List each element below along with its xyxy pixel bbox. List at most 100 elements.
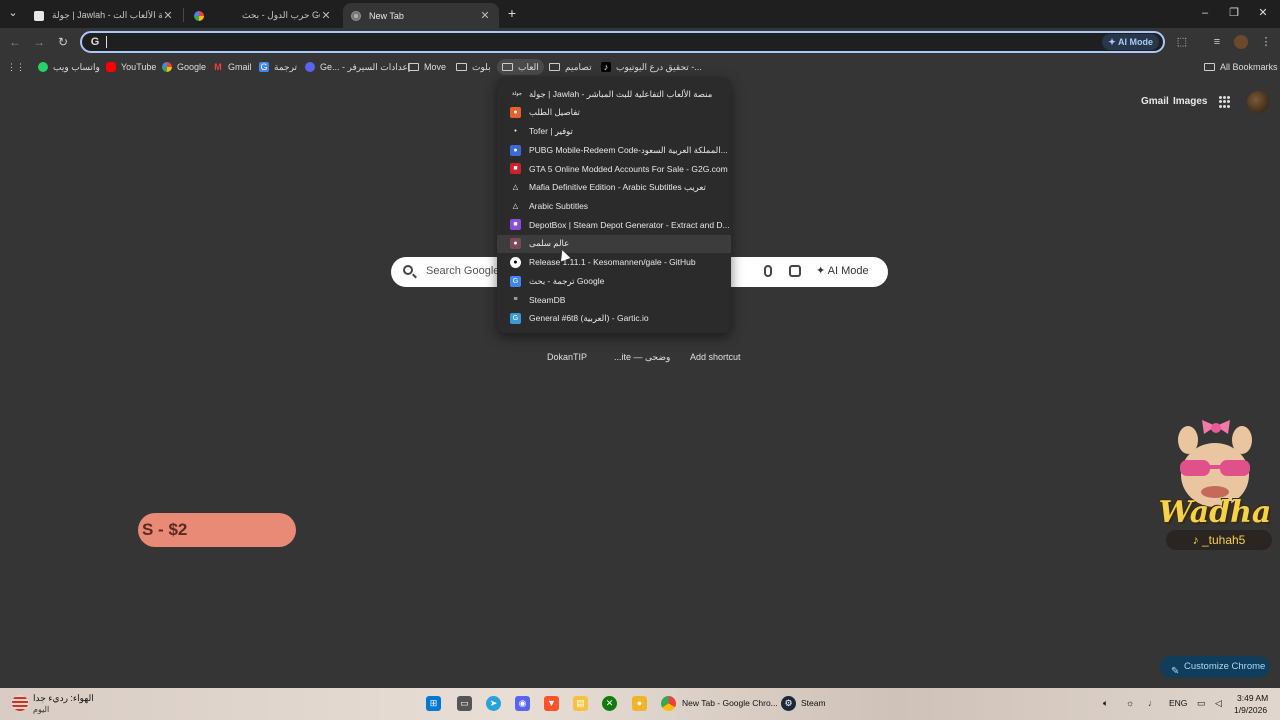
volume-icon[interactable]: 🔈︎ bbox=[1103, 698, 1108, 709]
bookmark-menu-item[interactable]: جولة جولة | Jawlah - منصة الألعاب التفاعل… bbox=[497, 85, 731, 103]
salma-icon: ● bbox=[510, 238, 521, 250]
ntp-ai-mode-button[interactable]: ✦ AI Mode bbox=[816, 264, 869, 277]
bookmark-gmail[interactable]: M Gmail bbox=[213, 59, 251, 75]
bookmark-menu-item[interactable]: G General #6t8 (العربية) - Gartic.io bbox=[497, 309, 731, 327]
shortcut-wadha[interactable]: ...ite — وضحى bbox=[614, 352, 670, 363]
discord-icon[interactable]: ◉ bbox=[515, 696, 530, 711]
microphone-icon[interactable] bbox=[764, 265, 772, 277]
language-indicator[interactable]: ENG bbox=[1169, 698, 1187, 708]
weather-subtitle: اليوم bbox=[33, 705, 50, 714]
g2g-icon: ■ bbox=[510, 163, 521, 175]
bookmark-menu-item-label: Mafia Definitive Edition - Arabic Subtit… bbox=[529, 182, 706, 192]
ai-mode-button[interactable]: ✦ AI Mode bbox=[1102, 34, 1159, 50]
bookmark-youtube[interactable]: YouTube bbox=[106, 59, 156, 75]
forward-button[interactable]: → bbox=[31, 34, 47, 50]
bookmark-menu-item[interactable]: G ترجمة - بحث Google bbox=[497, 272, 731, 290]
close-icon[interactable]: ✕ bbox=[479, 9, 491, 22]
media-controls-icon[interactable]: ≡ bbox=[1210, 35, 1224, 49]
address-bar[interactable]: G ✦ AI Mode bbox=[80, 31, 1165, 53]
bookmark-menu-item[interactable]: ■ DepotBox | Steam Depot Generator - Extr… bbox=[497, 216, 731, 234]
reload-button[interactable]: ↻ bbox=[55, 34, 71, 50]
tab-google-search[interactable]: حرب الدول - بحث Google ✕ bbox=[186, 3, 340, 28]
promo-banner: S - $2 bbox=[138, 513, 296, 547]
subtitles-icon: △ bbox=[510, 182, 521, 193]
bookmark-menu-item[interactable]: ≡ SteamDB bbox=[497, 291, 731, 309]
bookmark-folder-designs[interactable]: تصاميم bbox=[549, 59, 592, 75]
pubg-icon: ● bbox=[510, 144, 521, 156]
bookmark-menu-item[interactable]: • Tofer | توفير bbox=[497, 122, 731, 140]
bookmark-folder-baloot[interactable]: بلوت bbox=[456, 59, 491, 75]
xbox-icon[interactable]: ✕ bbox=[602, 696, 617, 711]
discord-icon bbox=[305, 62, 315, 72]
bookmark-server-settings[interactable]: Ge... - إعدادات السيرفر bbox=[305, 59, 410, 75]
depotbox-icon: ■ bbox=[510, 219, 521, 231]
bookmark-folder-menu: جولة جولة | Jawlah - منصة الألعاب التفاعل… bbox=[497, 77, 731, 333]
bookmark-menu-item[interactable]: ● PUBG Mobile-Redeem Code-المملكة العربية… bbox=[497, 141, 731, 159]
network-icon[interactable]: ▭ bbox=[1197, 698, 1206, 709]
search-placeholder: Search Google bbox=[426, 265, 500, 277]
bookmark-menu-item-label: GTA 5 Online Modded Accounts For Sale - … bbox=[529, 163, 728, 174]
speaker-icon[interactable]: ◁ bbox=[1215, 698, 1222, 709]
whatsapp-icon bbox=[38, 62, 48, 72]
taskbar-steam-label[interactable]: Steam bbox=[801, 698, 826, 708]
customize-chrome-button[interactable]: ✎ Customize Chrome bbox=[1160, 656, 1270, 678]
ntp-gmail-link[interactable]: Gmail bbox=[1141, 96, 1169, 107]
restore-button[interactable]: ❐ bbox=[1227, 6, 1241, 20]
window-close-button[interactable]: ✕ bbox=[1256, 6, 1270, 20]
brave-icon[interactable]: ▼ bbox=[544, 696, 559, 711]
extensions-icon[interactable]: ⬚ bbox=[1175, 35, 1189, 49]
bookmark-menu-item-label: ترجمة - بحث Google bbox=[529, 275, 605, 286]
shortcut-dokantip[interactable]: DokanTIP bbox=[547, 352, 587, 362]
file-explorer-icon[interactable]: ▤ bbox=[573, 696, 588, 711]
apps-icon[interactable]: ⋮⋮ bbox=[7, 59, 25, 75]
bookmark-menu-item-label: Release 1.11.1 - Kesomannen/gale - GitHu… bbox=[529, 257, 696, 268]
taskbar-chrome-label[interactable]: New Tab - Google Chro... bbox=[682, 698, 778, 708]
bookmark-folder-move[interactable]: Move bbox=[408, 59, 446, 75]
weather-icon[interactable] bbox=[12, 695, 28, 711]
tab-jawlah[interactable]: جولة | Jawlah - منصة الألعاب الت... ✕ bbox=[26, 3, 182, 28]
folder-icon bbox=[1204, 63, 1215, 71]
tab-divider bbox=[183, 8, 184, 22]
bookmark-folder-games[interactable]: العاب bbox=[497, 59, 544, 75]
steam-icon[interactable]: ⚙ bbox=[781, 696, 796, 711]
telegram-icon[interactable]: ➤ bbox=[486, 696, 501, 711]
bookmark-translate[interactable]: G ترجمة bbox=[259, 59, 297, 75]
close-icon[interactable]: ✕ bbox=[320, 9, 332, 22]
bookmark-menu-item[interactable]: ● تفاصيل الطلب bbox=[497, 104, 731, 122]
google-apps-icon[interactable] bbox=[1219, 96, 1231, 108]
bookmark-menu-item[interactable]: ● Release 1.11.1 - Kesomannen/gale - GitH… bbox=[497, 253, 731, 271]
bookmark-menu-item[interactable]: △ Arabic Subtitles bbox=[497, 197, 731, 215]
google-lens-icon[interactable] bbox=[789, 265, 801, 277]
search-icon bbox=[403, 265, 413, 275]
bookmark-menu-item[interactable]: ● عالم سلمى bbox=[497, 234, 731, 253]
bookmark-menu-item[interactable]: △ Mafia Definitive Edition - Arabic Subti… bbox=[497, 179, 731, 197]
chrome-icon[interactable] bbox=[661, 696, 676, 711]
ntp-images-link[interactable]: Images bbox=[1173, 96, 1207, 107]
new-tab-button[interactable]: + bbox=[505, 6, 519, 20]
tab-new-tab[interactable]: New Tab ✕ bbox=[343, 3, 499, 28]
brightness-icon[interactable]: ☼ bbox=[1126, 698, 1134, 708]
windows-start-icon[interactable]: ⊞ bbox=[426, 696, 441, 711]
all-bookmarks-button[interactable]: All Bookmarks bbox=[1204, 59, 1278, 75]
bookmark-google[interactable]: Google bbox=[162, 59, 206, 75]
ntp-avatar[interactable] bbox=[1247, 91, 1269, 113]
clock-date[interactable]: 1/9/2026 bbox=[1234, 705, 1267, 715]
weather-title[interactable]: الهواء: رديء جدا bbox=[33, 693, 94, 704]
minimize-button[interactable]: – bbox=[1198, 6, 1212, 20]
translate-icon: G bbox=[259, 62, 269, 72]
add-shortcut-button[interactable]: Add shortcut bbox=[690, 352, 741, 362]
clock-time[interactable]: 3:49 AM bbox=[1237, 693, 1268, 703]
bookmark-menu-item[interactable]: ■ GTA 5 Online Modded Accounts For Sale -… bbox=[497, 160, 731, 178]
close-icon[interactable]: ✕ bbox=[162, 9, 174, 22]
bookmark-whatsapp[interactable]: واتساب ويب bbox=[38, 59, 100, 75]
microphone-icon[interactable]: ♩ bbox=[1148, 698, 1157, 708]
google-icon bbox=[162, 62, 172, 72]
chrome-menu-icon[interactable]: ⋮ bbox=[1259, 35, 1273, 49]
tab-search-button[interactable]: ⌄ bbox=[6, 6, 20, 20]
back-button[interactable]: ← bbox=[7, 34, 23, 50]
tiktok-icon: ♪ bbox=[601, 62, 611, 72]
bookmark-youtube-shield[interactable]: ♪ تحقيق درع اليوتيوب -... bbox=[601, 59, 702, 75]
profile-avatar[interactable] bbox=[1234, 35, 1248, 49]
task-view-icon[interactable]: ▭ bbox=[457, 696, 472, 711]
chat-app-icon[interactable]: ● bbox=[632, 696, 647, 711]
